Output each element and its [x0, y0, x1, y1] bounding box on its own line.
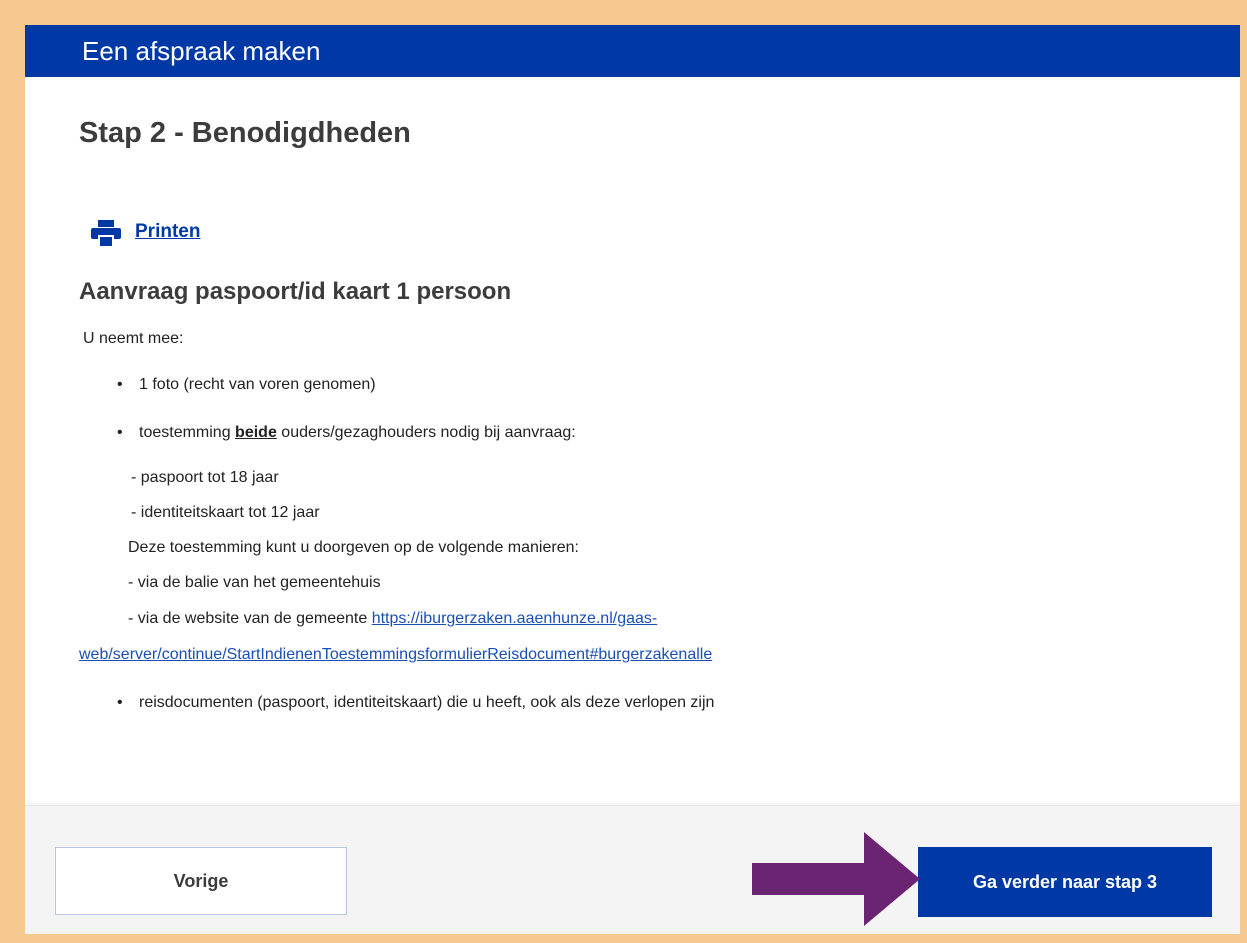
footer-bar: Vorige Ga verder naar stap 3	[25, 805, 1240, 934]
page-header: Een afspraak maken	[25, 25, 1240, 77]
print-link[interactable]: Printen	[135, 220, 200, 244]
intro-text: U neemt mee:	[83, 330, 184, 347]
previous-button[interactable]: Vorige	[55, 847, 347, 915]
consent-text-before: toestemming	[139, 424, 236, 441]
appointment-panel: Een afspraak maken Stap 2 - Benodigdhede…	[25, 25, 1240, 934]
sub-item-idcard: - identiteitskaart tot 12 jaar	[131, 504, 320, 521]
printer-icon[interactable]	[91, 220, 121, 246]
arrow-right-icon	[752, 832, 920, 926]
list-item-photo: 1 foto (recht van voren genomen)	[139, 376, 376, 393]
consent-emphasis: beide	[235, 424, 277, 441]
bullet-marker: •	[117, 424, 123, 441]
step-title: Stap 2 - Benodigdheden	[79, 117, 411, 149]
next-step-button[interactable]: Ga verder naar stap 3	[918, 847, 1212, 917]
consent-way-website-label: - via de website van de gemeente	[128, 610, 372, 627]
consent-ways-intro: Deze toestemming kunt u doorgeven op de …	[128, 539, 579, 556]
bullet-marker: •	[117, 376, 123, 393]
list-item-travel-documents: reisdocumenten (paspoort, identiteitskaa…	[139, 694, 715, 711]
consent-form-link-part1[interactable]: https://iburgerzaken.aaenhunze.nl/gaas-	[372, 610, 658, 627]
consent-form-link-part2[interactable]: web/server/continue/StartIndienenToestem…	[79, 645, 712, 665]
bullet-marker: •	[117, 694, 123, 711]
sub-item-passport: - paspoort tot 18 jaar	[131, 469, 279, 486]
consent-text-after: ouders/gezaghouders nodig bij aanvraag:	[276, 424, 576, 441]
section-title: Aanvraag paspoort/id kaart 1 persoon	[79, 278, 512, 305]
list-item-consent: toestemming beide ouders/gezaghouders no…	[139, 423, 576, 443]
consent-way-website: - via de website van de gemeente https:/…	[128, 609, 657, 629]
consent-way-counter: - via de balie van het gemeentehuis	[128, 574, 381, 591]
header-title: Een afspraak maken	[82, 36, 321, 66]
